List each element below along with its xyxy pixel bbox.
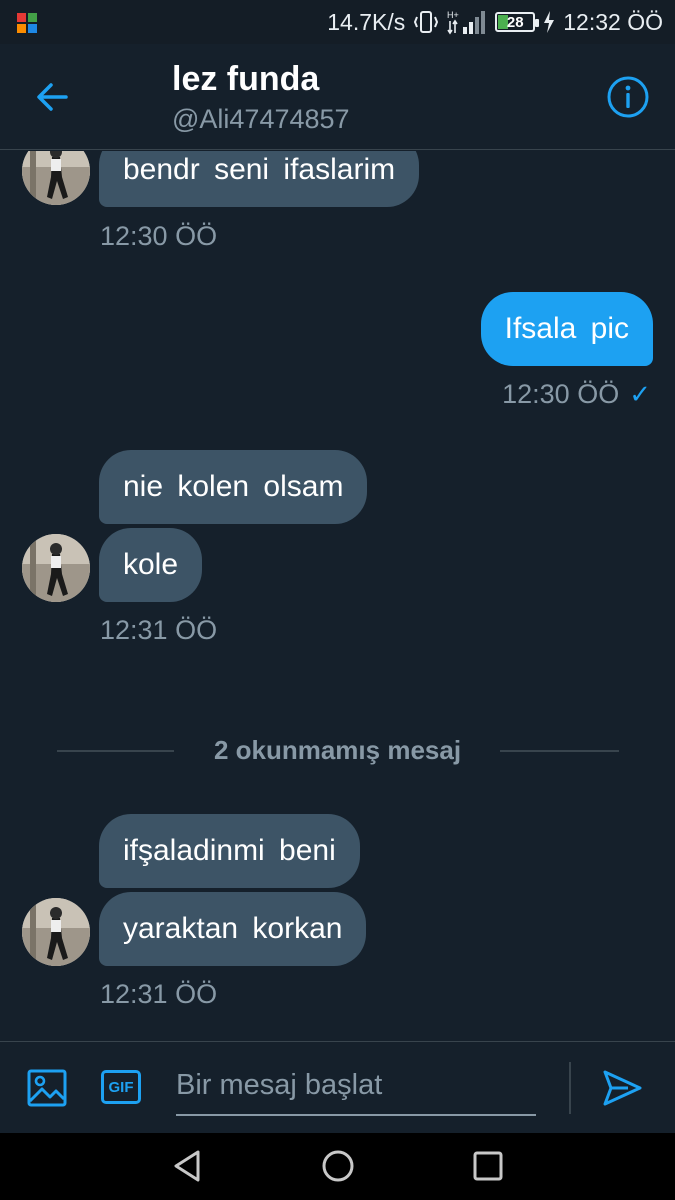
- send-icon[interactable]: [600, 1066, 644, 1110]
- svg-text:H+: H+: [447, 10, 459, 20]
- status-bar: 14.7K/s H+ 28 12:32 ÖÖ: [0, 0, 675, 44]
- message-input-wrapper: [176, 1060, 536, 1116]
- avatar[interactable]: [22, 534, 90, 602]
- message-bubble-incoming[interactable]: ifşaladinmi beni: [99, 814, 360, 888]
- signal-icon: H+: [447, 9, 487, 35]
- message-timestamp: 12:31 ÖÖ: [100, 979, 218, 1009]
- avatar[interactable]: [22, 898, 90, 966]
- nav-back-icon[interactable]: [168, 1146, 208, 1186]
- message-timestamp: 12:30 ÖÖ: [100, 221, 218, 251]
- unread-divider: 2 okunmamış mesaj: [0, 731, 675, 771]
- message-timestamp: 12:30 ÖÖ ✓: [502, 379, 651, 409]
- message-bubble-outgoing[interactable]: Ifsala pic: [480, 292, 653, 366]
- image-icon[interactable]: [25, 1066, 69, 1110]
- battery-icon: 28: [495, 12, 540, 32]
- avatar[interactable]: [22, 151, 90, 205]
- message-input[interactable]: [176, 1060, 536, 1110]
- message-timestamp: 12:31 ÖÖ: [100, 615, 218, 645]
- charging-icon: [543, 11, 555, 33]
- nav-recents-icon[interactable]: [468, 1146, 508, 1186]
- battery-level: 28: [506, 13, 524, 31]
- gif-label: GIF: [108, 1078, 134, 1096]
- message-bubble-incoming[interactable]: kole: [99, 528, 203, 602]
- conversation-header: lez funda @Ali47474857: [0, 44, 675, 150]
- app-icon: [17, 13, 37, 33]
- user-handle[interactable]: @Ali47474857: [172, 104, 350, 135]
- system-nav-bar: [0, 1133, 675, 1200]
- vibrate-icon: [413, 10, 439, 34]
- nav-home-icon[interactable]: [318, 1146, 358, 1186]
- info-icon[interactable]: [605, 74, 651, 120]
- message-bubble-incoming[interactable]: yaraktan korkan: [99, 892, 367, 966]
- composer-divider: [569, 1062, 571, 1114]
- gif-icon[interactable]: GIF: [101, 1070, 141, 1104]
- network-speed: 14.7K/s: [327, 8, 406, 35]
- conversation-title[interactable]: lez funda: [172, 60, 319, 99]
- message-bubble-incoming[interactable]: nie kolen olsam: [99, 450, 368, 524]
- read-check-icon: ✓: [629, 379, 651, 409]
- message-bubble-incoming[interactable]: bendr seni ifaslarim: [99, 151, 420, 207]
- clock: 12:32 ÖÖ: [563, 8, 663, 35]
- back-arrow-icon[interactable]: [30, 74, 76, 120]
- message-composer: GIF: [0, 1041, 675, 1133]
- message-list[interactable]: bendr seni ifaslarim 12:30 ÖÖ Ifsala pic…: [0, 151, 675, 1041]
